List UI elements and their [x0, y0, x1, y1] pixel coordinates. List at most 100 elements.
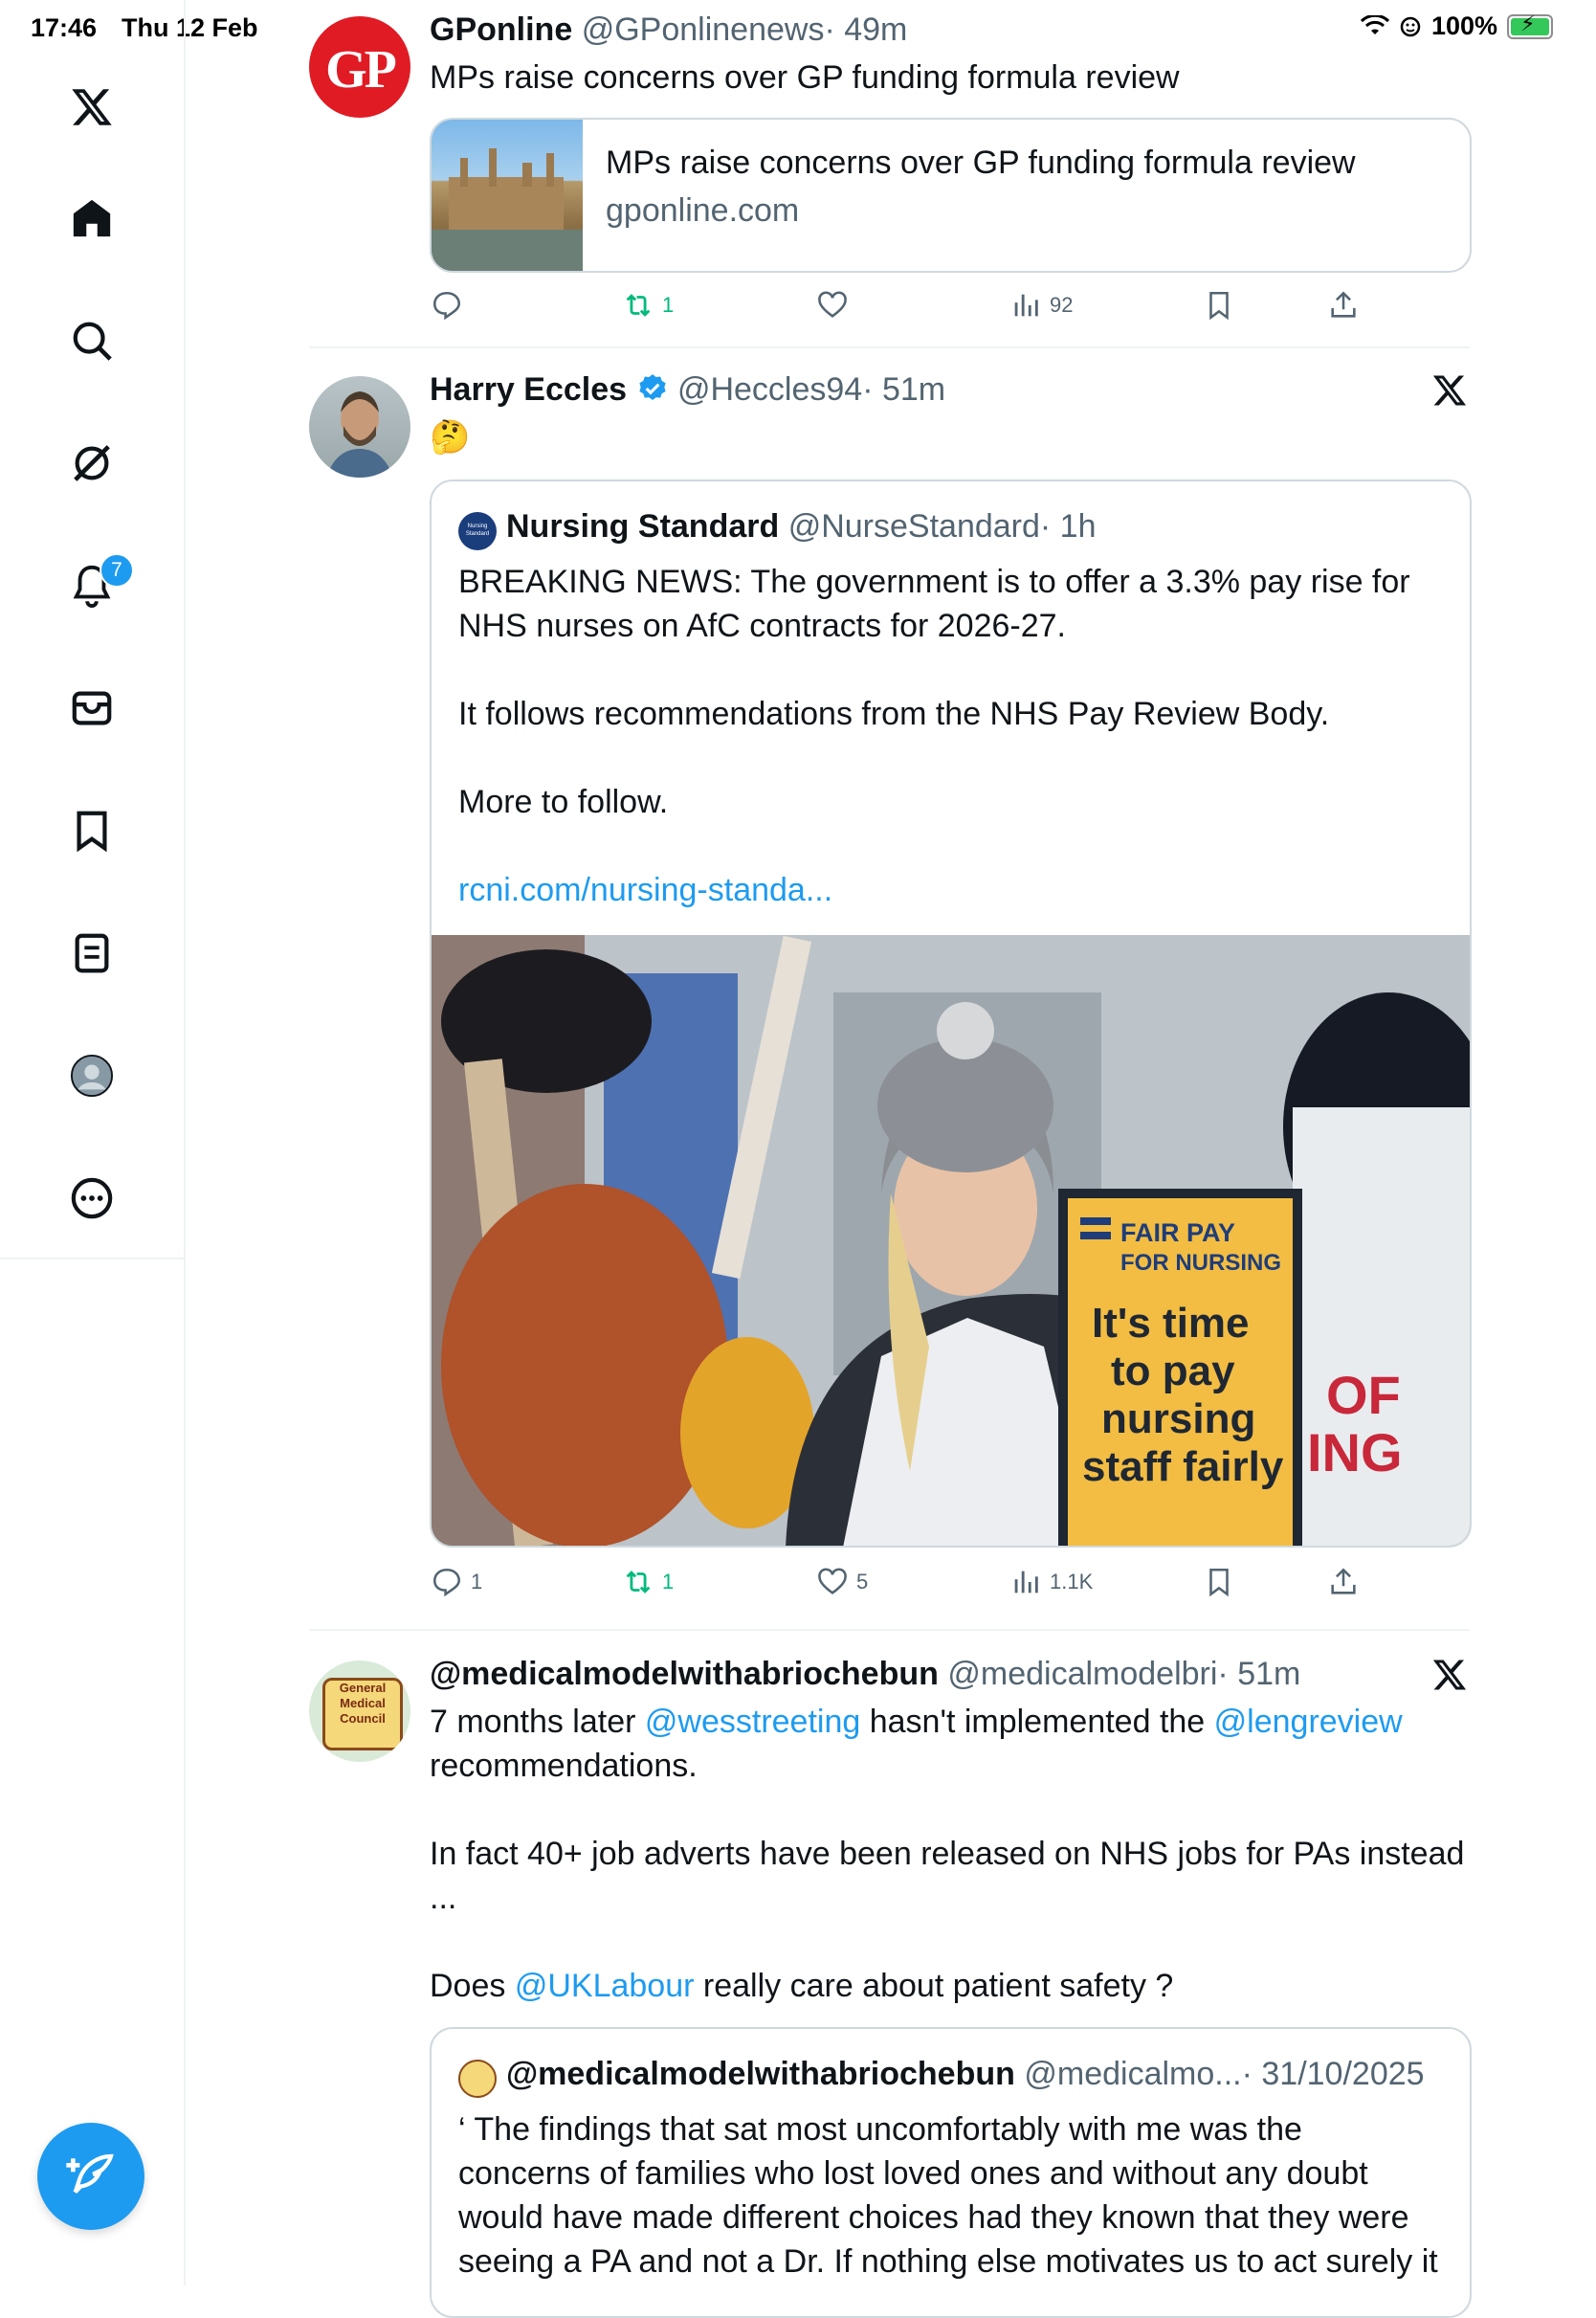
quote-author-handle: @medicalmo... — [1024, 2056, 1242, 2092]
author-name[interactable]: @medicalmodelwithabriochebun — [430, 1656, 939, 1692]
like-button[interactable] — [816, 289, 856, 322]
quote-line: concerns of families who lost loved ones… — [458, 2155, 1368, 2192]
protest-photo[interactable]: OF ING FAIR PAY FOR NURSING It's time to… — [432, 935, 1470, 1546]
author-name[interactable]: GPonline — [430, 11, 572, 48]
quote-line: BREAKING NEWS: The government is to offe… — [458, 564, 1410, 600]
sidebar-divider — [0, 1258, 184, 1259]
views-count: 92 — [1050, 293, 1074, 317]
compose-button[interactable] — [37, 2123, 144, 2230]
mention-wesstreeting[interactable]: @wesstreeting — [645, 1704, 860, 1740]
profile-icon[interactable] — [67, 1051, 117, 1101]
reply-button[interactable] — [431, 289, 471, 322]
heart-icon — [818, 291, 847, 318]
quote-time: · 31/10/2025 — [1241, 2056, 1425, 2092]
text-segment: In fact 40+ job adverts have been releas… — [430, 1836, 1465, 1872]
more-icon[interactable] — [67, 1173, 117, 1223]
views-icon — [1014, 1571, 1038, 1594]
focus-icon — [1400, 16, 1421, 36]
x-grok-icon[interactable] — [1431, 1657, 1468, 1693]
link-card-image — [432, 120, 583, 271]
medicalmodel-avatar[interactable]: General Medical Council — [309, 1660, 410, 1762]
tweet-header: Harry Eccles @Heccles94· 51m — [430, 371, 945, 409]
link-card[interactable]: MPs raise concerns over GP funding formu… — [430, 118, 1472, 273]
harry-eccles-avatar[interactable] — [309, 376, 410, 478]
quote-header: Nursing Standard @NurseStandard· 1h — [506, 508, 1097, 546]
views-button[interactable]: 1.1K — [1009, 1566, 1093, 1598]
tweet-actions: 1 92 — [431, 289, 1483, 327]
tweet-time[interactable]: · 49m — [824, 11, 907, 48]
repost-count: 1 — [662, 293, 675, 317]
tweet-header: GPonline @GPonlinenews· 49m — [430, 11, 907, 49]
repost-button[interactable]: 1 — [622, 289, 674, 322]
compose-icon — [66, 2153, 114, 2194]
messages-icon[interactable] — [67, 683, 117, 733]
lists-icon[interactable] — [67, 928, 117, 978]
gponline-avatar[interactable]: GP — [309, 16, 410, 118]
bookmark-icon — [1209, 1568, 1229, 1597]
like-button[interactable]: 5 — [816, 1566, 868, 1598]
reply-icon — [432, 1568, 461, 1597]
text-segment: really care about patient safety ? — [694, 1968, 1174, 2004]
mention-uklabour[interactable]: @UKLabour — [515, 1968, 695, 2004]
reply-icon — [432, 291, 461, 321]
text-segment: Does — [430, 1968, 515, 2004]
quote-author-name: @medicalmodelwithabriochebun — [506, 2056, 1015, 2092]
tweet-time[interactable]: · 51m — [862, 371, 945, 408]
repost-button[interactable]: 1 — [622, 1566, 674, 1598]
sign-line-4: to pay — [1111, 1348, 1235, 1394]
share-icon — [1331, 291, 1356, 318]
vest-text-1: OF — [1326, 1365, 1401, 1425]
home-icon[interactable] — [67, 193, 117, 243]
grok-icon[interactable] — [67, 438, 117, 488]
like-count: 5 — [856, 1570, 869, 1594]
battery-percent: 100% — [1431, 11, 1498, 40]
vest-text-2: ING — [1307, 1422, 1403, 1482]
battery-icon: ⚡ — [1507, 12, 1554, 39]
quote-author-name: Nursing Standard — [506, 508, 780, 545]
quote-tweet[interactable]: @medicalmodelwithabriochebun @medicalmo.… — [430, 2027, 1472, 2318]
quote-line: NHS nurses on AfC contracts for 2026-27. — [458, 608, 1066, 644]
author-handle[interactable]: @GPonlinenews — [582, 11, 825, 48]
quote-text: BREAKING NEWS: The government is to offe… — [458, 560, 1453, 912]
x-grok-icon[interactable] — [1431, 372, 1468, 409]
tweet-emoji: 🤔 — [430, 419, 471, 456]
gponline-avatar-text: GP — [325, 40, 397, 100]
author-handle[interactable]: @Heccles94 — [677, 371, 862, 408]
views-count: 1.1K — [1050, 1570, 1094, 1594]
notifications-badge: 7 — [100, 553, 134, 588]
tweet-divider — [309, 346, 1470, 348]
quote-tweet[interactable]: Nursing Standard Nursing Standard @Nurse… — [430, 479, 1472, 1548]
tweet-text: 7 months later @wesstreeting hasn't impl… — [430, 1700, 1473, 2008]
bookmark-button[interactable] — [1203, 289, 1235, 322]
views-button[interactable]: 92 — [1009, 289, 1073, 322]
share-button[interactable] — [1327, 289, 1360, 322]
quote-time: · 1h — [1039, 508, 1097, 545]
quote-avatar: Nursing Standard — [458, 512, 497, 550]
repost-icon — [626, 1571, 651, 1594]
bookmarks-icon[interactable] — [67, 806, 117, 856]
quote-link[interactable]: rcni.com/nursing-standa... — [458, 868, 1453, 912]
search-icon[interactable] — [67, 316, 117, 366]
sign-line-6: staff fairly — [1082, 1443, 1284, 1490]
quote-line: More to follow. — [458, 784, 669, 820]
text-segment: 7 months later — [430, 1704, 645, 1740]
reply-button[interactable]: 1 — [431, 1566, 482, 1598]
x-logo-icon[interactable] — [67, 82, 117, 132]
mention-lengreview[interactable]: @lengreview — [1214, 1704, 1403, 1740]
heart-icon — [818, 1568, 847, 1594]
quote-text: ‘ The findings that sat most uncomfortab… — [458, 2107, 1463, 2284]
text-segment: hasn't implemented the — [860, 1704, 1214, 1740]
sign-line-2: FOR NURSING — [1120, 1250, 1281, 1276]
bookmark-button[interactable] — [1203, 1566, 1235, 1598]
tweet-time[interactable]: · 51m — [1217, 1656, 1300, 1692]
tweet-header: @medicalmodelwithabriochebun @medicalmod… — [430, 1656, 1300, 1693]
author-handle[interactable]: @medicalmodelbri — [947, 1656, 1217, 1692]
bookmark-icon — [1209, 291, 1229, 321]
tweet-actions: 1 1 5 1.1K — [431, 1566, 1483, 1604]
author-name[interactable]: Harry Eccles — [430, 371, 627, 408]
share-icon — [1331, 1568, 1356, 1594]
share-button[interactable] — [1327, 1566, 1360, 1598]
status-indicators: 100% ⚡ — [1361, 11, 1554, 41]
link-card-domain: gponline.com — [606, 192, 800, 229]
text-segment: ... — [430, 1880, 457, 1916]
